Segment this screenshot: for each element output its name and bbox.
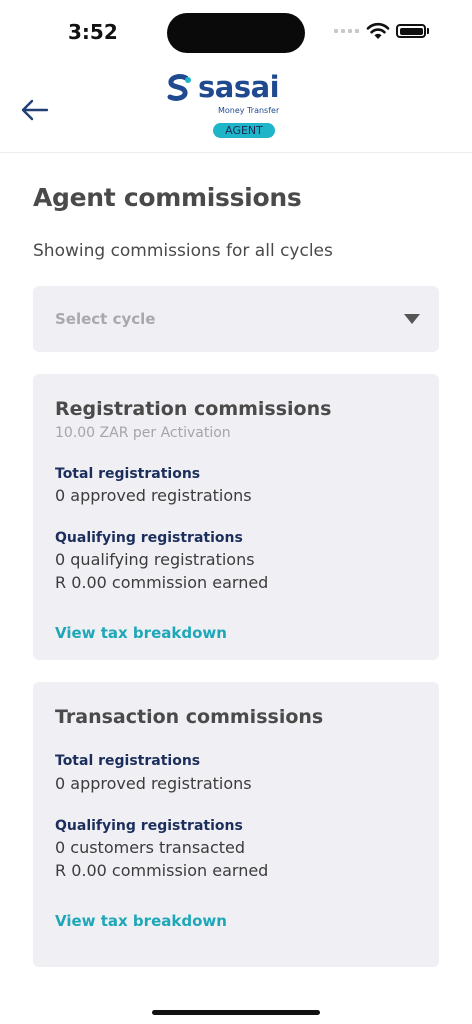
total-registrations-value: 0 approved registrations (55, 486, 252, 505)
transaction-commissions-card: Transaction commissions Total registrati… (33, 682, 439, 967)
header-divider (0, 152, 472, 153)
qualifying-registrations-value: 0 qualifying registrations (55, 550, 255, 569)
qualifying-registrations-label: Qualifying registrations (55, 530, 243, 546)
select-cycle-dropdown[interactable]: Select cycle (33, 286, 439, 352)
commission-earned-value: R 0.00 commission earned (55, 861, 269, 880)
total-registrations-value: 0 approved registrations (55, 774, 252, 793)
brand-subtitle: Money Transfer (218, 106, 280, 115)
wifi-icon (366, 22, 390, 39)
card-title: Transaction commissions (55, 706, 324, 728)
cellular-signal-icon (334, 29, 359, 33)
brand-name: sasai (198, 70, 280, 104)
dynamic-island (167, 13, 305, 53)
registration-commissions-card: Registration commissions 10.00 ZAR per A… (33, 374, 439, 660)
sasai-logo-mark-icon (167, 74, 191, 101)
home-indicator[interactable] (152, 1010, 320, 1015)
view-tax-breakdown-link[interactable]: View tax breakdown (55, 624, 227, 642)
commission-earned-value: R 0.00 commission earned (55, 573, 269, 592)
view-tax-breakdown-link[interactable]: View tax breakdown (55, 912, 227, 930)
battery-tip (427, 28, 429, 34)
select-cycle-placeholder: Select cycle (55, 310, 156, 328)
page-subtitle: Showing commissions for all cycles (33, 241, 333, 261)
brand-logo: sasai Money Transfer AGENT (162, 70, 282, 142)
battery-icon (396, 24, 426, 38)
arrow-left-icon (21, 99, 49, 121)
back-button[interactable] (14, 92, 54, 128)
status-time: 3:52 (68, 20, 118, 44)
page-title: Agent commissions (33, 183, 302, 212)
card-title: Registration commissions (55, 398, 332, 420)
customers-transacted-value: 0 customers transacted (55, 838, 246, 857)
total-registrations-label: Total registrations (55, 753, 201, 769)
qualifying-registrations-label: Qualifying registrations (55, 818, 243, 834)
activation-rate-note: 10.00 ZAR per Activation (55, 425, 231, 441)
total-registrations-label: Total registrations (55, 466, 201, 482)
chevron-down-icon (404, 314, 420, 324)
agent-badge: AGENT (213, 123, 275, 138)
